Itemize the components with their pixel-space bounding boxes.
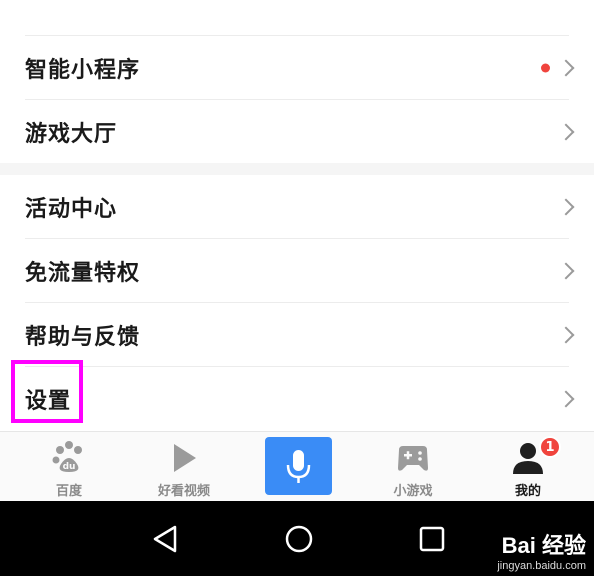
watermark-url: jingyan.baidu.com — [497, 560, 586, 572]
svg-text:du: du — [63, 462, 76, 472]
menu-item-help-feedback[interactable]: 帮助与反馈 — [0, 303, 594, 367]
notification-dot-icon — [541, 63, 550, 73]
menu-item-label: 活动中心 — [25, 197, 118, 222]
chevron-right-icon — [557, 262, 575, 280]
baidu-jingyan-watermark: Bai 经验 jingyan.baidu.com — [497, 528, 586, 572]
tab-baidu[interactable]: du 百度 — [14, 432, 124, 502]
tab-mini-games[interactable]: 小游戏 — [358, 432, 468, 502]
menu-item-mini-programs[interactable]: 智能小程序 — [0, 36, 594, 100]
tab-label: 百度 — [55, 484, 82, 499]
menu-item-free-data[interactable]: 免流量特权 — [0, 239, 594, 303]
tab-label: 小游戏 — [393, 484, 433, 499]
tab-haokan-video[interactable]: 好看视频 — [129, 432, 239, 502]
tab-label: 好看视频 — [157, 484, 210, 499]
menu-item-label: 免流量特权 — [25, 261, 141, 286]
chevron-right-icon — [557, 198, 575, 216]
tab-label: 我的 — [514, 484, 541, 499]
watermark-logo: Bai 经验 — [501, 533, 586, 558]
recents-icon[interactable] — [418, 525, 446, 553]
chevron-right-icon — [557, 390, 575, 408]
menu-item-label: 游戏大厅 — [25, 122, 118, 147]
menu-item-game-hall[interactable]: 游戏大厅 — [0, 100, 594, 164]
microphone-icon — [286, 450, 311, 483]
menu-item-activity-center[interactable]: 活动中心 — [0, 175, 594, 239]
chevron-right-icon — [557, 59, 575, 77]
play-icon — [164, 438, 204, 478]
gamepad-icon — [393, 438, 433, 478]
back-icon[interactable] — [151, 524, 181, 554]
section-gap — [0, 163, 594, 175]
bottom-tab-bar: du 百度 好看视频 小游戏 我的 — [0, 431, 594, 501]
home-icon[interactable] — [284, 524, 314, 554]
notification-badge: 1 — [539, 436, 561, 458]
chevron-right-icon — [557, 326, 575, 344]
menu-item-label: 帮助与反馈 — [25, 325, 141, 350]
voice-search-button[interactable] — [265, 437, 332, 495]
menu-item-label: 智能小程序 — [25, 58, 141, 83]
settings-highlight-box — [11, 360, 83, 423]
tab-mine[interactable]: 我的 — [473, 432, 583, 502]
menu-item-settings[interactable]: 设置 — [0, 367, 594, 431]
baidu-paw-icon: du — [49, 438, 89, 478]
chevron-right-icon — [557, 123, 575, 141]
system-nav-bar: Bai 经验 jingyan.baidu.com — [0, 501, 594, 576]
